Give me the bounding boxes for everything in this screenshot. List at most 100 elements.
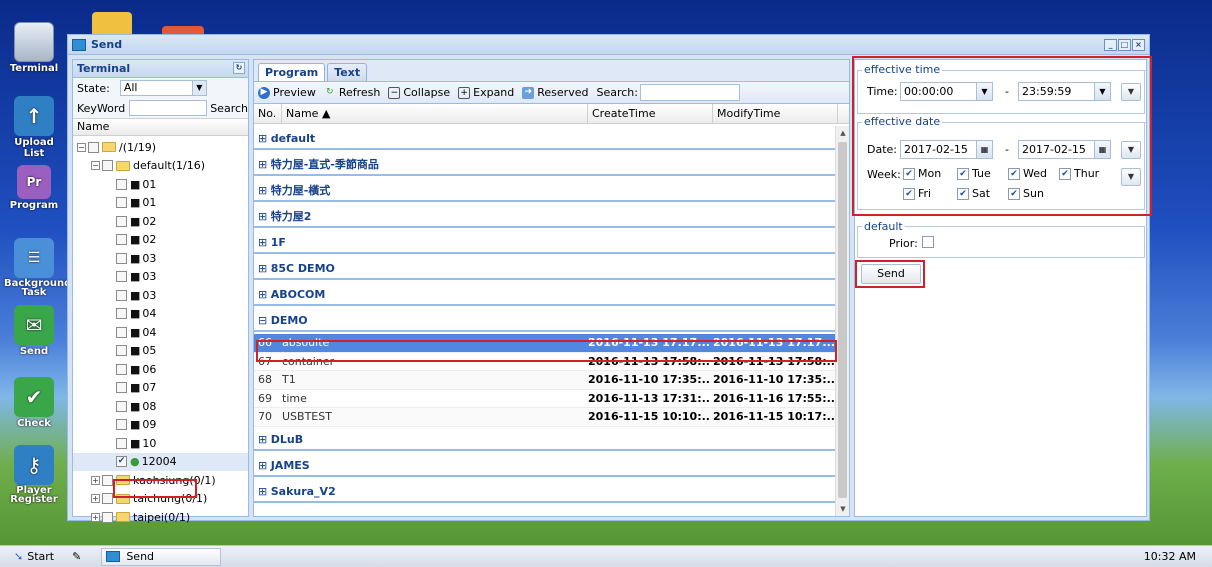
scroll-up-icon[interactable]: ▲: [836, 126, 850, 140]
expand-plus-icon[interactable]: ⊞: [258, 184, 271, 197]
table-row[interactable]: 69 time 2016-11-13 17:31:... 2016-11-16 17:…: [254, 390, 837, 408]
time-options-button[interactable]: ▼: [1121, 83, 1141, 101]
chevron-down-icon[interactable]: ▼: [191, 81, 206, 95]
tree-node[interactable]: + taipei(0/1): [73, 508, 248, 527]
group-header[interactable]: ⊟ DEMO: [254, 308, 837, 332]
search-button[interactable]: Search: [210, 102, 248, 115]
program-search-input[interactable]: [639, 84, 740, 101]
week-options-button[interactable]: ▼: [1121, 168, 1141, 186]
start-button[interactable]: ➘ Start: [8, 548, 60, 566]
group-header[interactable]: ⊞ 特力屋-直式-季節商品: [254, 152, 837, 176]
dock-item-player-register[interactable]: ⚷ Player Register: [4, 445, 64, 505]
checkbox-checked-icon[interactable]: ✔: [903, 187, 915, 200]
expand-plus-icon[interactable]: +: [91, 512, 100, 522]
keyword-input[interactable]: [129, 100, 208, 116]
weekday-wed[interactable]: ✔ Wed: [1008, 167, 1047, 180]
scroll-thumb[interactable]: [838, 142, 847, 498]
tree-column-header[interactable]: Name: [73, 118, 248, 136]
chevron-down-icon[interactable]: ▼: [1094, 83, 1110, 100]
group-header[interactable]: ⊞ JAMES: [254, 453, 837, 477]
tree-node[interactable]: ■ 04: [73, 305, 248, 324]
window-titlebar[interactable]: Send _ □ ×: [68, 35, 1149, 55]
checkbox-checked-icon[interactable]: ✔: [1059, 167, 1071, 180]
weekday-sun[interactable]: ✔ Sun: [1008, 187, 1044, 200]
checkbox-unchecked-icon[interactable]: [116, 437, 127, 449]
collapse-minus-icon[interactable]: −: [91, 161, 100, 171]
weekday-thur[interactable]: ✔ Thur: [1059, 167, 1099, 180]
checkbox-unchecked-icon[interactable]: [116, 382, 127, 394]
grid-scrollbar[interactable]: ▲ ▼: [835, 126, 849, 516]
checkbox-unchecked-icon[interactable]: [102, 511, 113, 523]
checkbox-checked-icon[interactable]: ✔: [1008, 187, 1020, 200]
checkbox-checked-icon[interactable]: ✔: [1008, 167, 1020, 180]
start-date-field[interactable]: 2017-02-15 ▦: [900, 140, 993, 159]
checkbox-unchecked-icon[interactable]: [116, 419, 127, 431]
dock-item-check[interactable]: ✔ Check: [4, 377, 64, 429]
expand-button[interactable]: + Expand: [458, 86, 514, 99]
column-no[interactable]: No.: [254, 104, 282, 123]
tree-node[interactable]: ■ 07: [73, 379, 248, 398]
checkbox-unchecked-icon[interactable]: [116, 308, 127, 320]
tree-node[interactable]: − /(1/19): [73, 138, 248, 157]
checkbox-unchecked-icon[interactable]: [102, 493, 113, 505]
expand-plus-icon[interactable]: +: [91, 475, 100, 485]
checkbox-checked-icon[interactable]: ✔: [957, 187, 969, 200]
expand-plus-icon[interactable]: ⊞: [258, 236, 271, 249]
tree-node[interactable]: ■ 01: [73, 175, 248, 194]
edit-icon[interactable]: ✎: [72, 550, 81, 563]
weekday-fri[interactable]: ✔ Fri: [903, 187, 931, 200]
expand-plus-icon[interactable]: ⊞: [258, 210, 271, 223]
expand-plus-icon[interactable]: ⊞: [258, 158, 271, 171]
tree-node[interactable]: ■ 03: [73, 268, 248, 287]
checkbox-unchecked-icon[interactable]: [102, 474, 113, 486]
group-header[interactable]: ⊞ ABOCOM: [254, 282, 837, 306]
expand-plus-icon[interactable]: ⊞: [258, 459, 271, 472]
group-header[interactable]: ⊞ 85C DEMO: [254, 256, 837, 280]
preview-button[interactable]: ▶ Preview: [258, 86, 316, 99]
expand-plus-icon[interactable]: ⊞: [258, 262, 271, 275]
group-header[interactable]: ⊞ Sakura_V2: [254, 479, 837, 503]
group-header[interactable]: ⊞ 特力屋-橫式: [254, 178, 837, 202]
tree-node[interactable]: ■ 02: [73, 212, 248, 231]
tab-program[interactable]: Program: [258, 63, 326, 81]
tree-node[interactable]: ■ 05: [73, 342, 248, 361]
expand-plus-icon[interactable]: +: [91, 494, 100, 504]
checkbox-unchecked-icon[interactable]: [116, 400, 127, 412]
group-header[interactable]: ⊞ 1F: [254, 230, 837, 254]
refresh-button[interactable]: ↻ Refresh: [324, 86, 380, 99]
state-select[interactable]: All ▼: [119, 80, 207, 96]
column-create-time[interactable]: CreateTime: [588, 104, 713, 123]
tree-node[interactable]: ✔ ● 12004: [73, 452, 248, 471]
group-header[interactable]: ⊞ 特力屋2: [254, 204, 837, 228]
checkbox-unchecked-icon[interactable]: [116, 326, 127, 338]
checkbox-unchecked-icon[interactable]: [116, 252, 127, 264]
checkbox-checked-icon[interactable]: ✔: [116, 456, 127, 468]
taskbar-window-send[interactable]: Send: [101, 547, 222, 566]
checkbox-unchecked-icon[interactable]: [922, 236, 934, 248]
checkbox-checked-icon[interactable]: ✔: [903, 167, 915, 180]
collapse-minus-icon[interactable]: ⊟: [258, 314, 271, 327]
tree-node[interactable]: ■ 06: [73, 360, 248, 379]
checkbox-unchecked-icon[interactable]: [116, 289, 127, 301]
checkbox-unchecked-icon[interactable]: [102, 160, 113, 172]
collapse-minus-icon[interactable]: −: [77, 142, 86, 152]
expand-plus-icon[interactable]: ⊞: [258, 485, 271, 498]
tree-node[interactable]: ■ 02: [73, 231, 248, 250]
minimize-icon[interactable]: _: [1104, 39, 1117, 51]
end-date-field[interactable]: 2017-02-15 ▦: [1018, 140, 1111, 159]
checkbox-unchecked-icon[interactable]: [116, 215, 127, 227]
scroll-down-icon[interactable]: ▼: [836, 502, 850, 516]
table-row[interactable]: 68 T1 2016-11-10 17:35:... 2016-11-10 17:35…: [254, 371, 837, 390]
expand-plus-icon[interactable]: ⊞: [258, 433, 271, 446]
checkbox-unchecked-icon[interactable]: [116, 345, 127, 357]
start-time-select[interactable]: 00:00:00 ▼: [900, 82, 993, 101]
tab-text[interactable]: Text: [327, 63, 368, 81]
tree-node[interactable]: ■ 04: [73, 323, 248, 342]
reserved-button[interactable]: ➜ Reserved: [522, 86, 588, 99]
dock-item-program[interactable]: Pr Program: [4, 165, 64, 211]
checkbox-checked-icon[interactable]: ✔: [957, 167, 969, 180]
group-header[interactable]: ⊞ DLuB: [254, 427, 837, 451]
tree-node[interactable]: ■ 08: [73, 397, 248, 416]
dock-item-terminal[interactable]: Terminal: [4, 22, 64, 74]
checkbox-unchecked-icon[interactable]: [116, 363, 127, 375]
